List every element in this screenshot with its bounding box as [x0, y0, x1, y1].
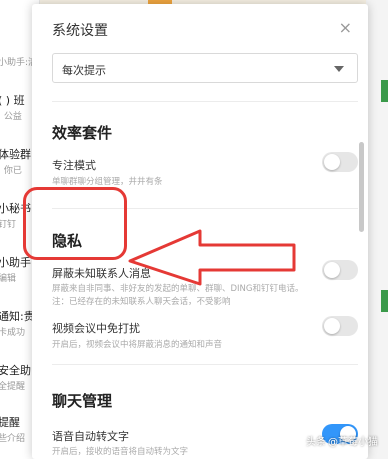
meeting-dnd-desc: 开启后，视频会议中将屏蔽消息的通知和声音 — [52, 340, 223, 350]
section-title-efficiency: 效率套件 — [52, 124, 113, 142]
toggle-knob — [324, 318, 340, 334]
section-title-chat-management: 聊天管理 — [52, 392, 113, 410]
focus-mode-label: 专注模式 — [52, 159, 96, 172]
divider — [52, 101, 358, 102]
voice-to-text-label: 语音自动转文字 — [52, 430, 129, 443]
chevron-down-icon — [334, 66, 344, 72]
background-right-panel — [366, 0, 388, 459]
list-item-subtitle: 卡成功 — [0, 328, 26, 338]
list-item-subtitle: 编辑 — [0, 274, 17, 284]
toggle-knob — [324, 262, 340, 278]
meeting-dnd-toggle[interactable] — [322, 316, 358, 336]
list-item-subtitle: 钉钉 — [0, 220, 17, 230]
list-item-title: ( ) 班 — [0, 94, 25, 107]
close-icon[interactable]: × — [339, 18, 352, 37]
list-item-subtitle: 些介绍 — [0, 434, 26, 444]
list-item-title: 通知:贵 — [0, 310, 35, 323]
status-indicator — [381, 80, 388, 102]
list-item-title: 体验群 — [0, 148, 31, 161]
list-item-subtitle: 全提醒 — [0, 382, 26, 392]
scrollbar[interactable] — [359, 142, 364, 232]
notification-select-value: 每次提示 — [62, 64, 106, 77]
dialog-header: 系统设置 × — [32, 4, 368, 50]
block-unknown-toggle[interactable] — [322, 260, 358, 280]
dialog-title: 系统设置 — [52, 23, 108, 39]
watermark: 头条 @草莓小猫 — [306, 433, 378, 448]
voice-to-text-desc: 开启后，接收的语音将自动转为文字 — [52, 447, 189, 457]
block-unknown-label: 屏蔽未知联系人消息 — [52, 267, 151, 280]
toggle-knob — [324, 154, 340, 170]
divider — [52, 364, 358, 365]
list-item-subtitle: : 公益 — [0, 112, 22, 122]
annotation-highlight-box — [23, 187, 127, 260]
block-unknown-desc: 屏蔽来自非同事、非好友的发起的单聊、群聊、DING和钉钉电话。注：已经存在的未知… — [52, 284, 304, 307]
notification-select[interactable]: 每次提示 — [52, 53, 358, 83]
focus-mode-toggle[interactable] — [322, 152, 358, 172]
list-item-title: 提醒 — [0, 416, 20, 429]
list-item-title: 安全助 — [0, 364, 31, 377]
meeting-dnd-label: 视频会议中免打扰 — [52, 322, 140, 335]
watermark-text: @草莓小猫 — [328, 437, 378, 448]
list-item-subtitle: : 你已 — [0, 166, 22, 176]
list-item-title: 小助手 — [0, 256, 31, 269]
watermark-prefix: 头条 — [306, 437, 326, 448]
status-indicator — [381, 290, 388, 312]
